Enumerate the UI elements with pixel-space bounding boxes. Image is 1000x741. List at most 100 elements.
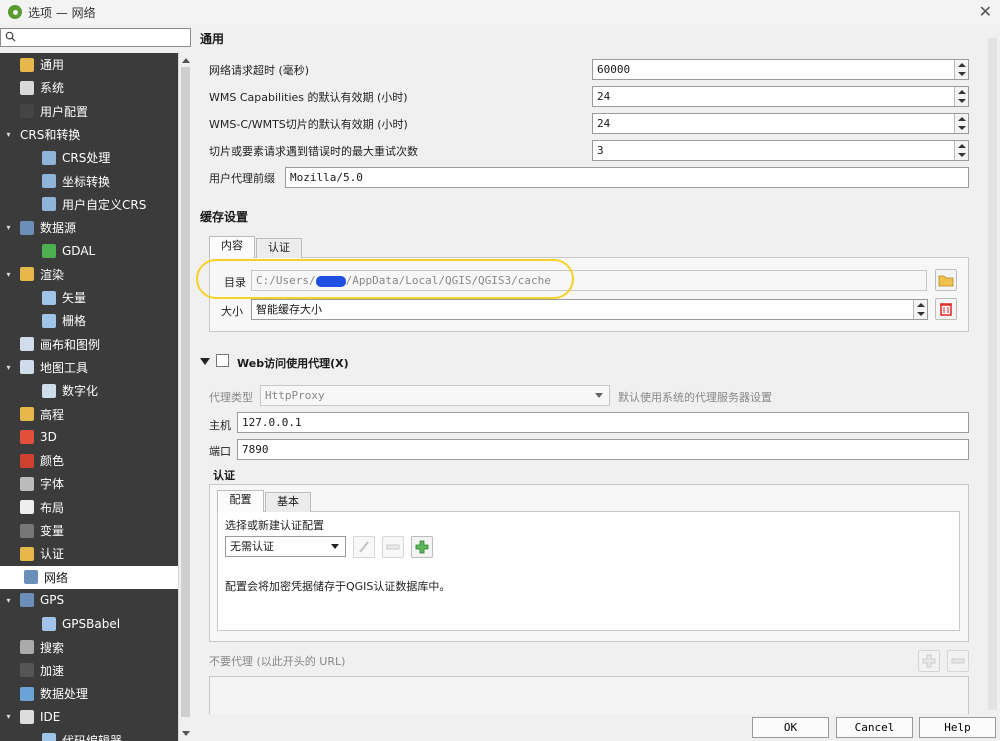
sidebar-item[interactable]: 画布和图例 — [0, 333, 178, 356]
edit-auth-button[interactable] — [353, 536, 375, 558]
cache-size-value: 智能缓存大小 — [256, 303, 322, 316]
tab-cache-content[interactable]: 内容 — [209, 236, 255, 258]
search-input[interactable] — [0, 28, 191, 47]
tab-cache-auth[interactable]: 认证 — [256, 238, 302, 258]
wmsc-spinbox[interactable]: 24 — [592, 113, 969, 134]
sidebar-item[interactable]: CRS处理 — [0, 146, 178, 169]
ok-button[interactable]: OK — [752, 717, 829, 738]
sidebar-item[interactable]: ▾ GPS — [0, 589, 178, 612]
sidebar-item-label: GPSBabel — [62, 616, 121, 631]
wrench-icon — [20, 57, 34, 72]
close-icon[interactable]: ✕ — [979, 2, 992, 21]
sidebar-item[interactable]: 3D — [0, 426, 178, 449]
sidebar-item[interactable]: ▾ CRS和转换 — [0, 123, 178, 146]
tab-auth-config[interactable]: 配置 — [217, 490, 264, 512]
wms-capabilities-value: 24 — [597, 90, 611, 103]
sidebar-item[interactable]: 矢量 — [0, 286, 178, 309]
sidebar-item[interactable]: 坐标转换 — [0, 170, 178, 193]
remove-auth-button[interactable] — [382, 536, 404, 558]
sidebar: 通用 系统 用户配置 ▾ CRS和转换 CRS处理 坐标转换 用户自定义CRS ▾ 数据源 GDAL… — [0, 28, 192, 741]
sidebar-item[interactable]: ▾ 数据源 — [0, 216, 178, 239]
scroll-down-icon[interactable] — [182, 731, 190, 736]
folder-icon — [938, 275, 954, 287]
general-title: 通用 — [200, 32, 225, 46]
sidebar-item[interactable]: 搜索 — [0, 636, 178, 659]
sidebar-item-label: GPS — [40, 593, 65, 608]
no-proxy-list[interactable] — [209, 676, 969, 714]
font-icon — [20, 476, 34, 491]
no-proxy-label: 不要代理 (以此开头的 URL) — [209, 655, 346, 668]
wms-capabilities-spinbox[interactable]: 24 — [592, 86, 969, 107]
scroll-up-icon[interactable] — [182, 58, 190, 63]
tab-auth-basic[interactable]: 基本 — [265, 492, 311, 512]
main-scrollbar[interactable] — [985, 28, 1000, 714]
sidebar-item[interactable]: 系统 — [0, 76, 178, 99]
main-scroll-thumb[interactable] — [988, 38, 997, 710]
expand-arrow-icon[interactable]: ▾ — [4, 596, 13, 605]
sidebar-item[interactable]: 加速 — [0, 659, 178, 682]
sidebar-item[interactable]: 通用 — [0, 53, 178, 76]
sidebar-scrollbar[interactable] — [178, 53, 192, 741]
sidebar-item-label: 变量 — [40, 524, 65, 538]
spin-arrows-icon[interactable] — [954, 114, 968, 133]
user-agent-input[interactable]: Mozilla/5.0 — [285, 167, 969, 188]
sidebar-item[interactable]: ▾ IDE — [0, 705, 178, 728]
cache-size-label: 大小 — [221, 305, 243, 318]
timeout-spinbox[interactable]: 60000 — [592, 59, 969, 80]
sidebar-item[interactable]: 网络 — [0, 565, 178, 589]
sidebar-item[interactable]: 颜色 — [0, 449, 178, 472]
clear-cache-button[interactable] — [935, 298, 957, 320]
code-editor-icon — [42, 733, 56, 741]
proxy-checkbox[interactable] — [216, 354, 229, 367]
sidebar-item[interactable]: 数字化 — [0, 379, 178, 402]
proxy-type-select[interactable]: HttpProxy — [260, 385, 610, 406]
collapse-arrow-icon[interactable] — [200, 358, 210, 365]
spin-arrows-icon[interactable] — [954, 87, 968, 106]
expand-arrow-icon[interactable]: ▾ — [4, 130, 13, 139]
sidebar-item-label: 代码编辑器 — [62, 733, 123, 741]
expand-arrow-icon[interactable]: ▾ — [4, 270, 13, 279]
timeout-value: 60000 — [597, 63, 631, 76]
sidebar-item[interactable]: 栅格 — [0, 309, 178, 332]
sidebar-item[interactable]: 认证 — [0, 542, 178, 565]
expand-arrow-icon[interactable]: ▾ — [4, 223, 13, 232]
add-exclusion-button[interactable] — [918, 650, 940, 672]
sidebar-item[interactable]: 布局 — [0, 496, 178, 519]
spin-arrows-icon[interactable] — [913, 300, 927, 319]
spin-arrows-icon[interactable] — [954, 141, 968, 160]
sidebar-item[interactable]: GDAL — [0, 239, 178, 262]
auth-config-select[interactable]: 无需认证 — [225, 536, 346, 557]
cache-size-spinbox[interactable]: 智能缓存大小 — [251, 299, 928, 320]
sidebar-item-label: 网络 — [44, 570, 69, 585]
cancel-button[interactable]: Cancel — [836, 717, 913, 738]
proxy-auth-tab-panel — [217, 511, 960, 631]
sidebar-item[interactable]: ▾ 地图工具 — [0, 356, 178, 379]
sidebar-item-label: 颜色 — [40, 454, 65, 469]
remove-exclusion-button[interactable] — [947, 650, 969, 672]
retry-spinbox[interactable]: 3 — [592, 140, 969, 161]
browse-folder-button[interactable] — [935, 269, 957, 291]
sidebar-item[interactable]: 变量 — [0, 519, 178, 542]
sidebar-item[interactable]: 用户配置 — [0, 100, 178, 123]
sidebar-item[interactable]: 数据处理 — [0, 682, 178, 705]
sidebar-item[interactable]: GPSBabel — [0, 612, 178, 635]
sidebar-item-label: 画布和图例 — [40, 337, 101, 352]
sidebar-item[interactable]: 代码编辑器 — [0, 729, 178, 741]
sidebar-item[interactable]: 高程 — [0, 403, 178, 426]
proxy-port-input[interactable]: 7890 — [237, 439, 969, 460]
proxy-host-input[interactable]: 127.0.0.1 — [237, 412, 969, 433]
add-auth-button[interactable] — [411, 536, 433, 558]
expand-arrow-icon[interactable]: ▾ — [4, 363, 13, 372]
help-button[interactable]: Help — [919, 717, 996, 738]
sidebar-item[interactable]: 字体 — [0, 472, 178, 495]
raster-icon — [42, 313, 56, 328]
scroll-thumb[interactable] — [181, 67, 190, 717]
proxy-type-value: HttpProxy — [265, 389, 325, 402]
spin-arrows-icon[interactable] — [954, 60, 968, 79]
proxy-host-label: 主机 — [209, 419, 231, 432]
expand-arrow-icon[interactable]: ▾ — [4, 712, 13, 721]
sidebar-item-label: 栅格 — [62, 314, 87, 329]
proxy-type-note: 默认使用系统的代理服务器设置 — [618, 391, 772, 404]
sidebar-item[interactable]: ▾ 渲染 — [0, 263, 178, 286]
sidebar-item[interactable]: 用户自定义CRS — [0, 193, 178, 216]
